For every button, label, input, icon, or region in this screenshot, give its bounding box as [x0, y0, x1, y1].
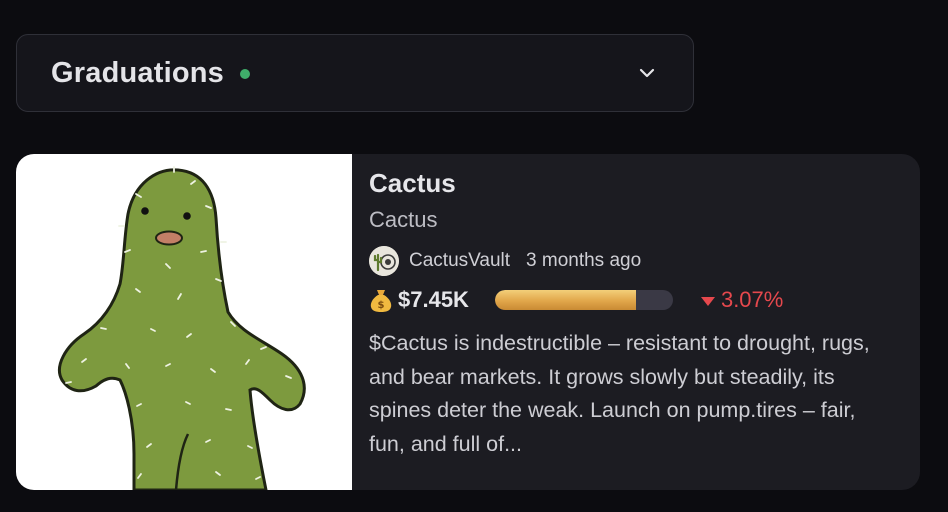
- token-card[interactable]: Cactus Cactus CactusVault 3 months ago $…: [16, 154, 920, 490]
- token-name: Cactus: [369, 168, 456, 198]
- market-cap-value: $7.45K: [398, 287, 469, 312]
- bonding-curve-progress-bar: [494, 290, 673, 310]
- created-time: 3 months ago: [526, 250, 642, 271]
- token-ticker: Cactus: [369, 207, 438, 232]
- live-status-dot: [240, 69, 250, 79]
- cactus-avatar-icon[interactable]: [369, 246, 399, 276]
- token-description: $Cactus is indestructible – resistant to…: [369, 331, 870, 456]
- chevron-down-icon[interactable]: [637, 63, 657, 83]
- dropdown-label: Graduations: [51, 56, 224, 89]
- page: Graduations Cactus Cactus CactusVault 3 …: [0, 0, 948, 512]
- token-info: Cactus Cactus CactusVault 3 months ago $…: [352, 154, 920, 490]
- bonding-curve-progress-fill: [494, 290, 636, 310]
- price-change: 3.07%: [700, 287, 784, 313]
- graduations-filter-dropdown[interactable]: Graduations: [16, 34, 694, 112]
- token-image[interactable]: [16, 154, 352, 490]
- svg-text:$: $: [378, 300, 385, 311]
- money-bag-icon: $: [369, 287, 393, 313]
- cactus-character-image: [58, 166, 306, 490]
- stats-row: $ $7.45K 3.07%: [369, 285, 920, 315]
- creator-username[interactable]: CactusVault: [409, 250, 510, 272]
- creator-row: CactusVault 3 months ago: [369, 245, 920, 277]
- price-change-value: 3.07%: [720, 287, 784, 312]
- down-triangle-icon: [700, 296, 715, 306]
